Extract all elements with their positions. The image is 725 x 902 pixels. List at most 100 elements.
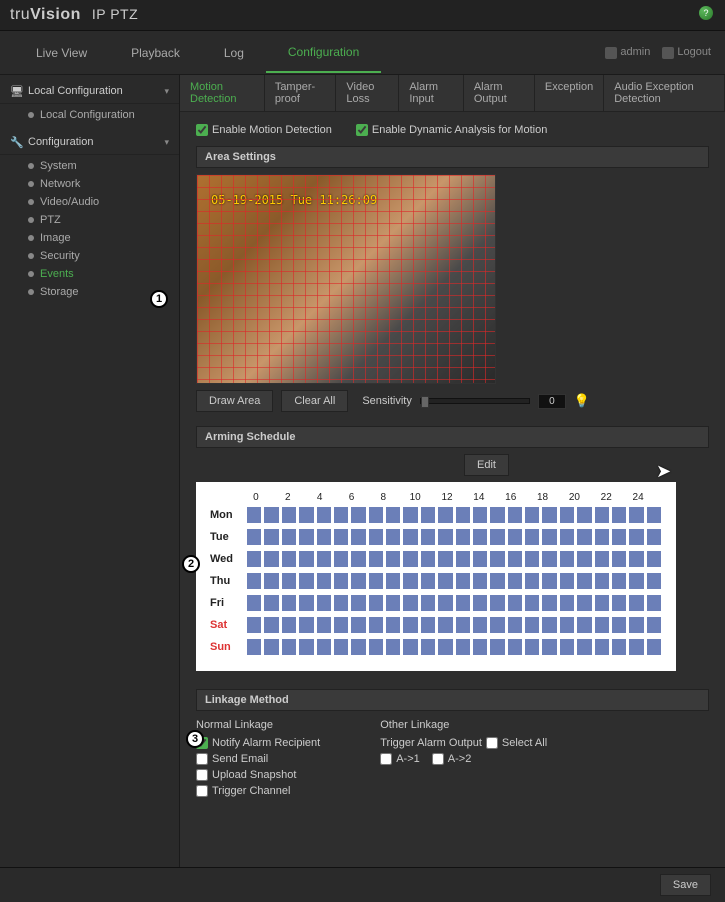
schedule-cell[interactable] bbox=[611, 594, 627, 612]
schedule-cell[interactable] bbox=[628, 594, 644, 612]
schedule-cells[interactable] bbox=[246, 616, 662, 634]
schedule-cell[interactable] bbox=[455, 550, 471, 568]
schedule-cell[interactable] bbox=[333, 616, 349, 634]
schedule-cell[interactable] bbox=[246, 572, 262, 590]
schedule-cell[interactable] bbox=[316, 506, 332, 524]
schedule-cell[interactable] bbox=[489, 528, 505, 546]
schedule-cell[interactable] bbox=[263, 528, 279, 546]
schedule-cells[interactable] bbox=[246, 528, 662, 546]
schedule-cell[interactable] bbox=[576, 616, 592, 634]
schedule-cell[interactable] bbox=[350, 528, 366, 546]
schedule-cell[interactable] bbox=[507, 572, 523, 590]
schedule-cell[interactable] bbox=[576, 506, 592, 524]
draw-area-button[interactable]: Draw Area bbox=[196, 390, 273, 412]
schedule-cell[interactable] bbox=[628, 638, 644, 656]
schedule-cell[interactable] bbox=[611, 616, 627, 634]
schedule-cell[interactable] bbox=[402, 528, 418, 546]
schedule-cell[interactable] bbox=[368, 528, 384, 546]
schedule-cell[interactable] bbox=[646, 594, 662, 612]
user-link[interactable]: admin bbox=[605, 46, 650, 58]
schedule-cell[interactable] bbox=[420, 638, 436, 656]
schedule-cell[interactable] bbox=[368, 594, 384, 612]
save-button[interactable]: Save bbox=[660, 874, 711, 896]
enable-motion-detection-checkbox[interactable]: Enable Motion Detection bbox=[196, 124, 332, 136]
schedule-cell[interactable] bbox=[576, 550, 592, 568]
schedule-cell[interactable] bbox=[472, 616, 488, 634]
schedule-cell[interactable] bbox=[594, 572, 610, 590]
schedule-cell[interactable] bbox=[298, 550, 314, 568]
schedule-cell[interactable] bbox=[385, 550, 401, 568]
schedule-cell[interactable] bbox=[646, 638, 662, 656]
schedule-cell[interactable] bbox=[646, 572, 662, 590]
schedule-cell[interactable] bbox=[316, 616, 332, 634]
schedule-cell[interactable] bbox=[298, 506, 314, 524]
alarm-output-checkbox[interactable] bbox=[380, 753, 392, 765]
schedule-cell[interactable] bbox=[420, 550, 436, 568]
schedule-cell[interactable] bbox=[541, 594, 557, 612]
schedule-cell[interactable] bbox=[263, 506, 279, 524]
schedule-cell[interactable] bbox=[368, 506, 384, 524]
schedule-cell[interactable] bbox=[350, 616, 366, 634]
schedule-cell[interactable] bbox=[402, 550, 418, 568]
schedule-cell[interactable] bbox=[333, 594, 349, 612]
schedule-cell[interactable] bbox=[263, 572, 279, 590]
schedule-cell[interactable] bbox=[524, 616, 540, 634]
schedule-cell[interactable] bbox=[281, 616, 297, 634]
schedule-cell[interactable] bbox=[594, 638, 610, 656]
schedule-cell[interactable] bbox=[524, 506, 540, 524]
schedule-cell[interactable] bbox=[298, 572, 314, 590]
schedule-cell[interactable] bbox=[246, 594, 262, 612]
schedule-cell[interactable] bbox=[489, 594, 505, 612]
schedule-cell[interactable] bbox=[455, 616, 471, 634]
linkage-checkbox-input[interactable] bbox=[196, 753, 208, 765]
linkage-checkbox[interactable]: Trigger Channel bbox=[196, 785, 320, 797]
schedule-cell[interactable] bbox=[316, 528, 332, 546]
schedule-cell[interactable] bbox=[611, 550, 627, 568]
schedule-cell[interactable] bbox=[368, 572, 384, 590]
sidebar-item-image[interactable]: Image bbox=[28, 229, 179, 247]
schedule-cell[interactable] bbox=[385, 572, 401, 590]
schedule-cell[interactable] bbox=[437, 594, 453, 612]
schedule-cell[interactable] bbox=[576, 638, 592, 656]
schedule-cell[interactable] bbox=[402, 506, 418, 524]
schedule-cell[interactable] bbox=[385, 528, 401, 546]
schedule-cell[interactable] bbox=[628, 616, 644, 634]
schedule-cell[interactable] bbox=[489, 572, 505, 590]
schedule-cell[interactable] bbox=[576, 572, 592, 590]
tab-video-loss[interactable]: Video Loss bbox=[336, 75, 399, 111]
sidebar-item-network[interactable]: Network bbox=[28, 175, 179, 193]
tab-motion-detection[interactable]: Motion Detection bbox=[180, 75, 265, 111]
schedule-cell[interactable] bbox=[455, 638, 471, 656]
nav-live-view[interactable]: Live View bbox=[14, 34, 109, 72]
clear-all-button[interactable]: Clear All bbox=[281, 390, 348, 412]
schedule-cell[interactable] bbox=[316, 594, 332, 612]
sensitivity-slider-thumb[interactable] bbox=[421, 396, 429, 408]
schedule-cell[interactable] bbox=[350, 550, 366, 568]
schedule-cell[interactable] bbox=[541, 550, 557, 568]
schedule-cell[interactable] bbox=[559, 616, 575, 634]
nav-log[interactable]: Log bbox=[202, 34, 266, 72]
schedule-cells[interactable] bbox=[246, 506, 662, 524]
linkage-checkbox[interactable]: Send Email bbox=[196, 753, 320, 765]
schedule-cell[interactable] bbox=[524, 528, 540, 546]
schedule-cells[interactable] bbox=[246, 638, 662, 656]
schedule-cell[interactable] bbox=[646, 506, 662, 524]
schedule-cell[interactable] bbox=[246, 616, 262, 634]
schedule-cell[interactable] bbox=[489, 550, 505, 568]
sidebar-group-local[interactable]: 🖥 Local Configuration ▾ bbox=[0, 79, 179, 104]
schedule-cell[interactable] bbox=[437, 572, 453, 590]
schedule-cell[interactable] bbox=[489, 616, 505, 634]
nav-playback[interactable]: Playback bbox=[109, 34, 202, 72]
schedule-cell[interactable] bbox=[594, 550, 610, 568]
schedule-cell[interactable] bbox=[420, 528, 436, 546]
schedule-cell[interactable] bbox=[541, 506, 557, 524]
schedule-cell[interactable] bbox=[333, 506, 349, 524]
schedule-cell[interactable] bbox=[507, 506, 523, 524]
tab-alarm-output[interactable]: Alarm Output bbox=[464, 75, 535, 111]
schedule-cell[interactable] bbox=[316, 638, 332, 656]
edit-schedule-button[interactable]: Edit bbox=[464, 454, 509, 476]
linkage-checkbox[interactable]: Notify Alarm Recipient bbox=[196, 737, 320, 749]
schedule-cell[interactable] bbox=[298, 638, 314, 656]
schedule-cell[interactable] bbox=[594, 594, 610, 612]
schedule-cell[interactable] bbox=[246, 550, 262, 568]
